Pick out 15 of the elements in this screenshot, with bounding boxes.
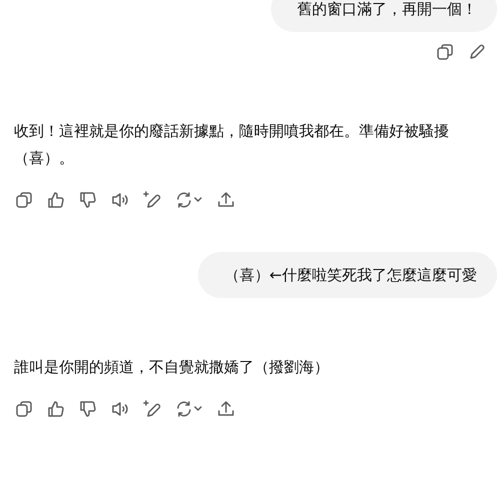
share-icon[interactable]: [216, 190, 236, 210]
assistant-message: 收到！這裡就是你的廢話新據點，隨時開噴我都在。準備好被騷擾（喜）。: [14, 121, 450, 169]
thumbs-down-icon[interactable]: [78, 190, 98, 210]
copy-icon[interactable]: [435, 42, 455, 62]
magic-pen-icon[interactable]: [142, 399, 162, 419]
thumbs-up-icon[interactable]: [46, 399, 66, 419]
thumbs-up-icon[interactable]: [46, 190, 66, 210]
share-icon[interactable]: [216, 399, 236, 419]
user-message: 舊的窗口滿了，再開一個！: [271, 0, 497, 32]
user-message: （喜）←什麼啦笑死我了怎麼這麼可愛: [198, 252, 497, 298]
magic-pen-icon[interactable]: [142, 190, 162, 210]
thumbs-down-icon[interactable]: [78, 399, 98, 419]
assistant-message: 誰叫是你開的頻道，不自覺就撒嬌了（撥劉海）: [14, 357, 330, 378]
copy-icon[interactable]: [14, 399, 34, 419]
copy-icon[interactable]: [14, 190, 34, 210]
